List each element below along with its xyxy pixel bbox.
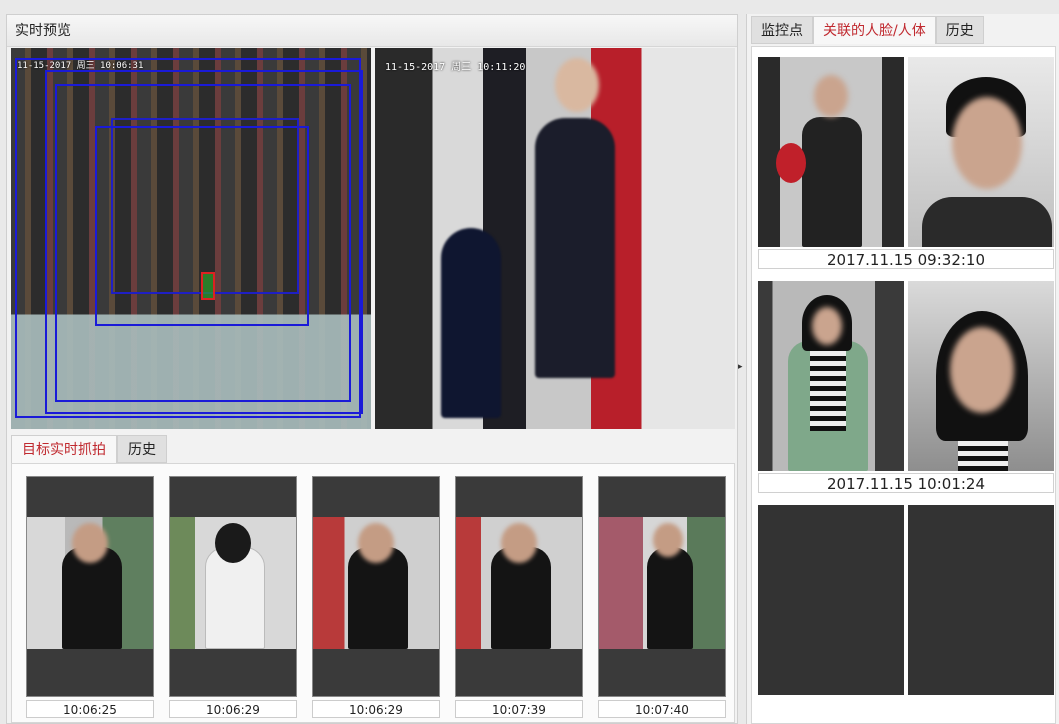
capture-time: 10:07:40 <box>598 700 726 718</box>
tab-realtime-capture[interactable]: 目标实时抓拍 <box>11 435 117 463</box>
empty-image-slot <box>908 505 1054 695</box>
association-timestamp: 2017.11.15 09:32:10 <box>758 249 1054 269</box>
right-tab-bar: 监控点 关联的人脸/人体 历史 <box>747 14 984 44</box>
tab-history[interactable]: 历史 <box>935 16 984 44</box>
capture-card[interactable]: 10:06:29 <box>169 476 297 719</box>
blurred-face <box>812 307 842 345</box>
striped-shirt <box>810 351 846 431</box>
person-figure <box>441 228 501 418</box>
camera-view-2[interactable]: 11-15-2017 周三 10:11:20 <box>375 48 735 429</box>
tab-capture-history[interactable]: 历史 <box>117 435 167 463</box>
capture-image <box>455 476 583 697</box>
person-body <box>802 117 862 247</box>
capture-time: 10:07:39 <box>455 700 583 718</box>
capture-time: 10:06:29 <box>169 700 297 718</box>
blurred-face <box>814 75 848 117</box>
detection-box <box>111 118 299 294</box>
association-list: 2017.11.15 09:32:10 2017.11.15 10:01:24 <box>751 46 1056 724</box>
capture-time: 10:06:29 <box>312 700 440 718</box>
tab-associated-face-body[interactable]: 关联的人脸/人体 <box>813 16 936 44</box>
camera-osd: 11-15-2017 周三 10:11:20 <box>385 62 526 73</box>
capture-tab-bar: 目标实时抓拍 历史 <box>11 435 167 463</box>
face-image <box>908 57 1054 247</box>
capture-card[interactable]: 10:07:40 <box>598 476 726 719</box>
tab-monitoring-point[interactable]: 监控点 <box>751 16 813 44</box>
camera-view-1[interactable]: 11-15-2017 周三 10:06:31 <box>11 48 371 429</box>
capture-card[interactable]: 10:07:39 <box>455 476 583 719</box>
blurred-face <box>555 58 599 112</box>
association-timestamp: 2017.11.15 10:01:24 <box>758 473 1054 493</box>
video-row: 11-15-2017 周三 10:06:31 11-15-2017 周三 10:… <box>11 48 735 429</box>
empty-image-slot <box>758 505 904 695</box>
panel-title: 实时预览 <box>7 15 737 47</box>
red-balloon <box>776 143 806 183</box>
face-image <box>908 281 1054 471</box>
person-body <box>922 197 1052 247</box>
capture-card[interactable]: 10:06:25 <box>26 476 154 719</box>
capture-image <box>312 476 440 697</box>
capture-image <box>598 476 726 697</box>
blurred-face <box>950 327 1014 413</box>
target-marker <box>201 272 215 300</box>
collapse-arrow-icon[interactable]: ▸ <box>738 362 744 372</box>
person-figure <box>535 118 615 378</box>
association-panel: 监控点 关联的人脸/人体 历史 2017.11.15 09:32:10 2017… <box>746 14 1059 724</box>
capture-time: 10:06:25 <box>26 700 154 718</box>
capture-strip: 10:06:25 10:06:29 10:06:29 10:07:39 10:0… <box>11 463 735 723</box>
body-image <box>758 281 904 471</box>
blurred-face <box>952 97 1022 189</box>
app-root: 实时预览 11-15-2017 周三 10:06:31 11-15-2017 周… <box>0 0 1059 724</box>
capture-card[interactable]: 10:06:29 <box>312 476 440 719</box>
live-preview-panel: 实时预览 11-15-2017 周三 10:06:31 11-15-2017 周… <box>6 14 738 724</box>
capture-image <box>26 476 154 697</box>
striped-shirt <box>958 441 1008 471</box>
capture-image <box>169 476 297 697</box>
body-image <box>758 57 904 247</box>
